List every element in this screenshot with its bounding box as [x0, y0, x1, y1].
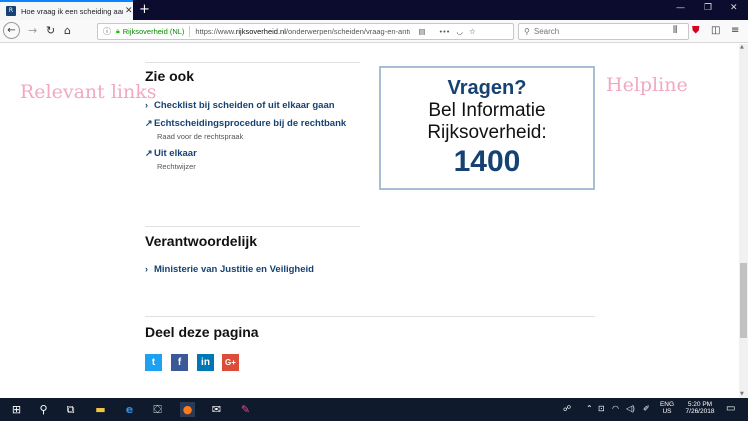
googleplus-share-button[interactable]: G+ — [222, 354, 239, 371]
notifications-icon[interactable]: ▭ — [726, 403, 735, 414]
external-link-icon: ↗ — [145, 148, 153, 158]
pen-icon[interactable]: ✐ — [643, 404, 650, 413]
bookmark-star-icon[interactable]: ☆ — [469, 27, 476, 36]
menu-icon[interactable]: ≡ — [731, 25, 739, 36]
annotation-helpline: Helpline — [606, 74, 688, 96]
helpline-line1: Bel Informatie — [428, 100, 546, 121]
link-ministerie-label: Ministerie van Justitie en Veiligheid — [154, 264, 314, 275]
link-echtscheidingsprocedure-label: Echtscheidingsprocedure bij de rechtbank — [154, 118, 347, 129]
back-icon[interactable]: ← — [3, 22, 20, 39]
minimize-icon[interactable]: — — [676, 3, 685, 13]
divider — [145, 316, 595, 317]
scroll-up-icon[interactable]: ▲ — [740, 44, 744, 50]
helpline-box: Vragen? Bel Informatie Rijksoverheid: 14… — [379, 66, 595, 190]
page-actions-icon[interactable]: ••• — [440, 27, 451, 36]
page-scrollbar[interactable]: ▲ ▼ — [739, 44, 748, 398]
region-code: US — [662, 408, 672, 415]
library-icon[interactable]: ⫴ — [673, 25, 677, 36]
link-checklist-label: Checklist bij scheiden of uit elkaar gaa… — [154, 100, 335, 111]
search-bar[interactable]: ⚲ Search — [518, 23, 689, 40]
tab-title: Hoe vraag ik een scheiding aan? — [21, 6, 123, 16]
link-uit-elkaar[interactable]: ↗Uit elkaar — [145, 148, 197, 159]
site-identity[interactable]: Rijksoverheid (NL) — [123, 27, 185, 36]
rijksoverheid-favicon-icon: R — [6, 6, 16, 16]
link-checklist[interactable]: › Checklist bij scheiden of uit elkaar ga… — [145, 100, 335, 111]
url-prefix: https://www. — [195, 27, 236, 36]
link-uit-elkaar-label: Uit elkaar — [154, 148, 197, 159]
twitter-icon: t — [151, 357, 156, 368]
pocket-icon[interactable]: ◡ — [456, 27, 463, 36]
navigation-bar: ← → ↻ ⌂ ⓘ 🔒︎ Rijksoverheid (NL) https://… — [0, 20, 748, 43]
file-explorer-icon[interactable]: ▬ — [93, 402, 108, 417]
sidebar-icon[interactable]: ◫ — [711, 25, 720, 36]
divider — [145, 62, 360, 63]
firefox-icon[interactable]: ● — [180, 402, 195, 417]
home-icon[interactable]: ⌂ — [64, 24, 71, 37]
language-code: ENG — [659, 401, 675, 408]
network-icon[interactable]: ⊡ — [598, 404, 605, 413]
forward-icon[interactable]: → — [28, 24, 37, 37]
helpline-number[interactable]: 1400 — [381, 145, 593, 179]
people-icon[interactable]: ☍ — [563, 404, 571, 413]
annotation-relevant-links: Relevant links — [20, 81, 157, 103]
clock[interactable]: 5:20 PM 7/26/2018 — [680, 401, 720, 415]
edge-icon[interactable]: e — [122, 402, 137, 417]
url-path: /onderwerpen/scheiden/vraag-en-antwoord — [285, 27, 411, 36]
link-echtscheidingsprocedure[interactable]: ↗Echtscheidingsprocedure bij de rechtban… — [145, 118, 346, 129]
search-placeholder: Search — [533, 27, 560, 36]
verantwoordelijk-heading: Verantwoordelijk — [145, 233, 258, 249]
divider — [145, 226, 360, 227]
reader-view-icon[interactable]: ▤ — [418, 27, 425, 36]
link-source-rechtspraak: Raad voor de rechtspraak — [157, 132, 244, 141]
task-view-icon[interactable]: ⧉ — [63, 402, 78, 417]
helpline-question: Vragen? — [447, 77, 527, 99]
scroll-down-icon[interactable]: ▼ — [740, 391, 744, 397]
tab-close-icon[interactable]: ✕ — [125, 6, 133, 16]
language-indicator[interactable]: ENG US — [656, 401, 678, 415]
share-heading: Deel deze pagina — [145, 324, 259, 340]
volume-icon[interactable]: ◁) — [626, 404, 635, 413]
googleplus-icon: G+ — [225, 358, 236, 367]
tray-expand-icon[interactable]: ⌃ — [586, 404, 593, 413]
store-icon[interactable]: ⛋ — [150, 402, 165, 417]
facebook-share-button[interactable]: f — [171, 354, 188, 371]
maximize-icon[interactable]: ❐ — [704, 3, 712, 13]
wifi-icon[interactable]: ◠ — [612, 404, 619, 413]
tab-bar: R Hoe vraag ik een scheiding aan? ✕ + — … — [0, 0, 748, 20]
linkedin-icon: in — [201, 357, 210, 368]
tab-active[interactable]: R Hoe vraag ik een scheiding aan? ✕ — [0, 0, 133, 20]
clock-date: 7/26/2018 — [685, 408, 715, 415]
paint-icon[interactable]: ✎ — [238, 402, 253, 417]
linkedin-share-button[interactable]: in — [197, 354, 214, 371]
link-ministerie[interactable]: › Ministerie van Justitie en Veiligheid — [145, 264, 314, 275]
chevron-right-icon: › — [145, 264, 148, 274]
close-window-icon[interactable]: ✕ — [730, 3, 738, 13]
windows-taskbar: ⊞ ⚲ ⧉ ▬ e ⛋ ● ✉ ✎ ☍ ⌃ ⊡ ◠ ◁) ✐ ENG US 5:… — [0, 398, 748, 421]
helpline-line2: Rijksoverheid: — [427, 122, 547, 143]
external-link-icon: ↗ — [145, 118, 153, 128]
info-icon[interactable]: ⓘ — [103, 26, 111, 37]
search-icon: ⚲ — [524, 27, 530, 36]
new-tab-button[interactable]: + — [139, 2, 150, 17]
link-source-rechtwijzer: Rechtwijzer — [157, 162, 196, 171]
url-text[interactable]: https://www.rijksoverheid.nl/onderwerpen… — [195, 27, 410, 36]
url-domain: rijksoverheid.nl — [235, 27, 286, 36]
mail-icon[interactable]: ✉ — [209, 402, 224, 417]
url-bar[interactable]: ⓘ 🔒︎ Rijksoverheid (NL) https://www.rijk… — [97, 23, 514, 40]
url-separator — [189, 26, 191, 37]
page-content: Relevant links Helpline Zie ook › Checkli… — [0, 44, 739, 398]
twitter-share-button[interactable]: t — [145, 354, 162, 371]
search-icon[interactable]: ⚲ — [36, 402, 51, 417]
lock-icon: 🔒︎ — [116, 27, 120, 35]
zie-ook-heading: Zie ook — [145, 68, 195, 84]
chevron-right-icon: › — [145, 100, 148, 110]
clock-time: 5:20 PM — [687, 401, 713, 408]
facebook-icon: f — [177, 357, 182, 368]
reload-icon[interactable]: ↻ — [46, 24, 55, 37]
scrollbar-thumb[interactable] — [740, 263, 747, 338]
windows-start-icon[interactable]: ⊞ — [9, 402, 24, 417]
ublock-icon[interactable]: ⛊ — [692, 25, 700, 36]
